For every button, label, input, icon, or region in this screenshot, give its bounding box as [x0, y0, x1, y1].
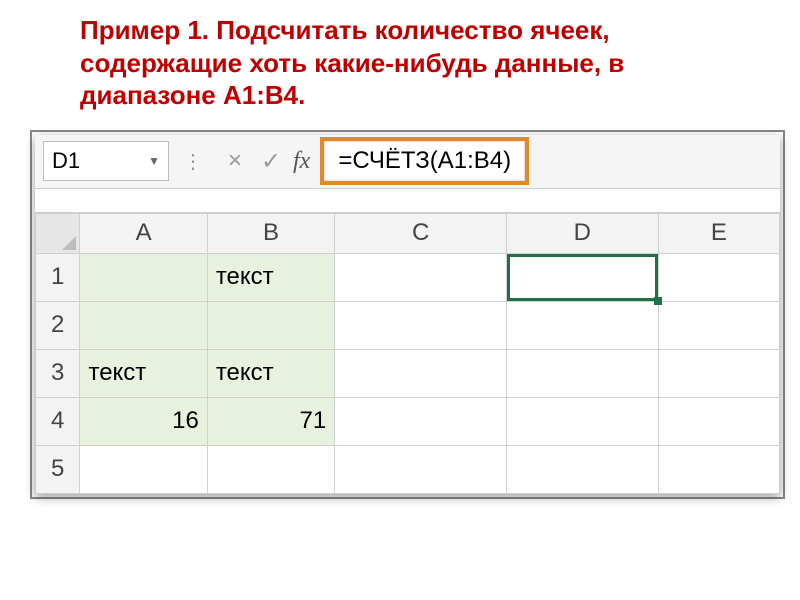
cell-C1[interactable] [335, 253, 507, 301]
cell-E2[interactable] [658, 301, 779, 349]
cell-B2[interactable] [207, 301, 334, 349]
cell-E5[interactable] [658, 445, 779, 493]
cell-E1[interactable] [658, 253, 779, 301]
cell-D1[interactable] [507, 253, 659, 301]
confirm-formula-button[interactable]: ✓ [253, 147, 289, 176]
cell-E4[interactable] [658, 397, 779, 445]
col-header-D[interactable]: D [507, 213, 659, 253]
cell-B1[interactable]: текст [207, 253, 334, 301]
cell-D2[interactable] [507, 301, 659, 349]
cancel-formula-button[interactable]: × [217, 147, 253, 175]
col-header-B[interactable]: B [207, 213, 334, 253]
table-row: 1 текст [36, 253, 780, 301]
cell-A4[interactable]: 16 [80, 397, 207, 445]
col-header-E[interactable]: E [658, 213, 779, 253]
cell-D3[interactable] [507, 349, 659, 397]
cell-C4[interactable] [335, 397, 507, 445]
cell-D5[interactable] [507, 445, 659, 493]
cell-C2[interactable] [335, 301, 507, 349]
table-row: 3 текст текст [36, 349, 780, 397]
page-title: Пример 1. Подсчитать количество ячеек, с… [0, 0, 800, 120]
excel-wrapper: D1 ▼ ⋮ × ✓ fx =СЧЁТЗ(A1:B4) A B C D E [30, 130, 785, 499]
row-header-3[interactable]: 3 [36, 349, 80, 397]
cell-B5[interactable] [207, 445, 334, 493]
table-row: 5 [36, 445, 780, 493]
toolbar-spacer [35, 189, 780, 213]
table-row: 4 16 71 [36, 397, 780, 445]
formula-input[interactable]: =СЧЁТЗ(A1:B4) [320, 137, 529, 185]
col-header-A[interactable]: A [80, 213, 207, 253]
cell-C3[interactable] [335, 349, 507, 397]
name-box-value: D1 [52, 148, 80, 174]
select-all-corner[interactable] [36, 213, 80, 253]
name-box[interactable]: D1 ▼ [43, 141, 169, 181]
formula-bar: D1 ▼ ⋮ × ✓ fx =СЧЁТЗ(A1:B4) [35, 135, 780, 189]
table-row: 2 [36, 301, 780, 349]
cell-E3[interactable] [658, 349, 779, 397]
row-header-5[interactable]: 5 [36, 445, 80, 493]
cell-A2[interactable] [80, 301, 207, 349]
cell-C5[interactable] [335, 445, 507, 493]
chevron-down-icon[interactable]: ▼ [148, 154, 160, 168]
excel-screenshot: D1 ▼ ⋮ × ✓ fx =СЧЁТЗ(A1:B4) A B C D E [35, 135, 780, 494]
cell-B3[interactable]: текст [207, 349, 334, 397]
cell-A3[interactable]: текст [80, 349, 207, 397]
spreadsheet-grid[interactable]: A B C D E 1 текст 2 [35, 213, 780, 494]
row-header-2[interactable]: 2 [36, 301, 80, 349]
row-header-4[interactable]: 4 [36, 397, 80, 445]
col-header-C[interactable]: C [335, 213, 507, 253]
separator-icon: ⋮ [183, 149, 203, 174]
fx-icon[interactable]: fx [293, 148, 310, 175]
cell-A1[interactable] [80, 253, 207, 301]
cell-A5[interactable] [80, 445, 207, 493]
cell-B4[interactable]: 71 [207, 397, 334, 445]
row-header-1[interactable]: 1 [36, 253, 80, 301]
cell-D4[interactable] [507, 397, 659, 445]
